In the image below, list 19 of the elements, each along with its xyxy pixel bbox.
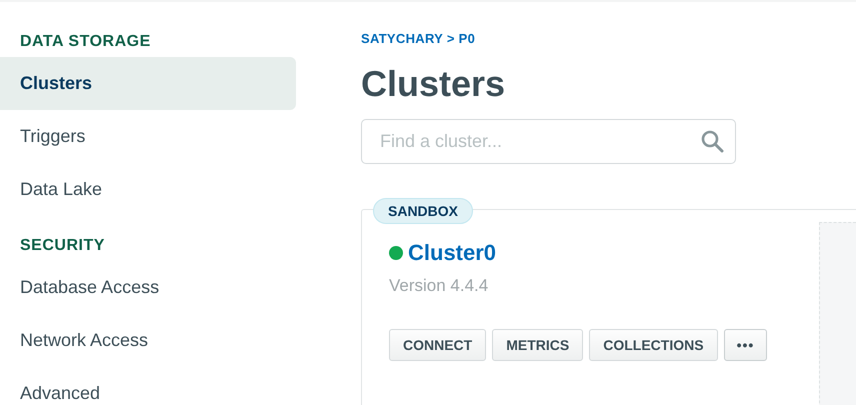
search-icon[interactable]: [700, 129, 724, 153]
sidebar-item[interactable]: Triggers: [0, 110, 296, 163]
action-button[interactable]: COLLECTIONS: [589, 329, 718, 361]
action-button[interactable]: CONNECT: [389, 329, 486, 361]
breadcrumb-link[interactable]: SATYCHARY > P0: [361, 30, 476, 48]
tier-badge: SANDBOX: [373, 198, 474, 224]
sidebar-item[interactable]: Database Access: [0, 261, 296, 314]
sidebar-item[interactable]: Advanced: [0, 367, 296, 405]
page-title: Clusters: [361, 62, 506, 106]
search-field[interactable]: Find a cluster...: [361, 119, 736, 164]
more-button[interactable]: •••: [724, 329, 768, 361]
sidebar-item[interactable]: Network Access: [0, 314, 296, 367]
sidebar-item[interactable]: Data Lake: [0, 163, 296, 216]
section-heading: DATA STORAGE: [19, 32, 152, 52]
cluster-name-link[interactable]: Cluster0: [408, 240, 496, 266]
sidebar-item[interactable]: Clusters: [0, 57, 296, 110]
action-button[interactable]: METRICS: [492, 329, 584, 361]
section-heading: SECURITY: [19, 236, 106, 256]
version-text: Version 4.4.4: [389, 276, 488, 296]
